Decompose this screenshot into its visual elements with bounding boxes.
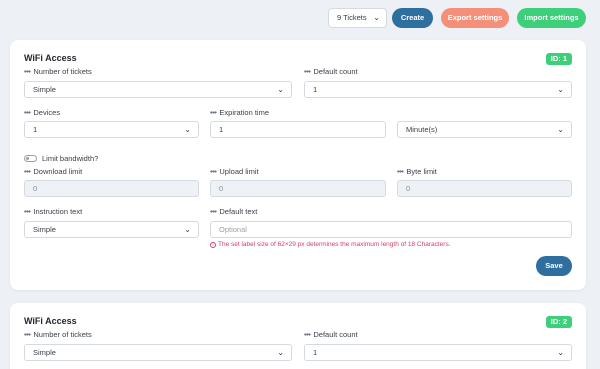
id-badge: ID: 2 [545,316,572,328]
id-badge: ID: 1 [545,53,572,65]
info-circle-icon: ! [210,242,216,248]
drag-dots-icon: ••• [304,67,311,76]
devices-select[interactable]: 1 ⌄ [24,121,199,138]
import-settings-button[interactable]: Import settings [517,8,586,28]
drag-dots-icon: ••• [397,167,404,176]
chevron-down-icon: ⌄ [277,348,284,357]
drag-dots-icon: ••• [210,108,217,117]
drag-dots-icon: ••• [24,330,31,339]
upload-limit-label: ••• Upload limit [210,167,259,176]
chevron-down-icon: ⌄ [373,13,380,22]
chevron-down-icon: ⌄ [557,125,564,134]
create-button[interactable]: Create [392,8,433,28]
chevron-down-icon: ⌄ [184,125,191,134]
default-text-input[interactable]: Optional [210,221,572,238]
save-button[interactable]: Save [536,256,572,276]
drag-dots-icon: ••• [210,167,217,176]
expiration-unit-select[interactable]: Minute(s) ⌄ [397,121,572,138]
instruction-text-select[interactable]: Simple ⌄ [24,221,199,238]
card-title: WiFi Access [24,316,77,326]
expiration-time-input[interactable]: 1 [210,121,386,138]
upload-limit-input: 0 [210,180,386,197]
number-of-tickets-label: ••• Number of tickets [24,330,92,339]
byte-limit-input: 0 [397,180,572,197]
toolbar: 9 Tickets ⌄ Create Export settings Impor… [0,8,600,28]
limit-bandwidth-label: Limit bandwidth? [42,154,99,163]
drag-dots-icon: ••• [24,207,31,216]
drag-dots-icon: ••• [210,207,217,216]
ticket-card-2: WiFi Access ID: 2 ••• Number of tickets S… [10,303,586,369]
drag-dots-icon: ••• [24,108,31,117]
chevron-down-icon: ⌄ [557,348,564,357]
instruction-text-label: ••• Instruction text [24,207,83,216]
card-title: WiFi Access [24,53,77,63]
ticket-card-1: WiFi Access ID: 1 ••• Number of tickets S… [10,40,586,290]
tickets-select-value: 9 Tickets [337,13,367,22]
default-count-select[interactable]: 1 ⌄ [304,344,572,361]
number-of-tickets-select[interactable]: Simple ⌄ [24,81,292,98]
default-count-label: ••• Default count [304,67,358,76]
byte-limit-label: ••• Byte limit [397,167,437,176]
download-limit-input: 0 [24,180,199,197]
expiration-time-label: ••• Expiration time [210,108,269,117]
drag-dots-icon: ••• [24,167,31,176]
default-count-select[interactable]: 1 ⌄ [304,81,572,98]
download-limit-label: ••• Download limit [24,167,83,176]
default-text-label: ••• Default text [210,207,258,216]
chevron-down-icon: ⌄ [277,85,284,94]
label-size-hint: ! The set label size of 62×29 px determin… [210,241,451,248]
tickets-select[interactable]: 9 Tickets ⌄ [328,8,387,28]
export-settings-button[interactable]: Export settings [441,8,509,28]
chevron-down-icon: ⌄ [184,225,191,234]
drag-dots-icon: ••• [304,330,311,339]
chevron-down-icon: ⌄ [557,85,564,94]
default-count-label: ••• Default count [304,330,358,339]
drag-dots-icon: ••• [24,67,31,76]
limit-bandwidth-toggle[interactable] [24,155,37,162]
devices-label: ••• Devices [24,108,61,117]
number-of-tickets-select[interactable]: Simple ⌄ [24,344,292,361]
number-of-tickets-label: ••• Number of tickets [24,67,92,76]
